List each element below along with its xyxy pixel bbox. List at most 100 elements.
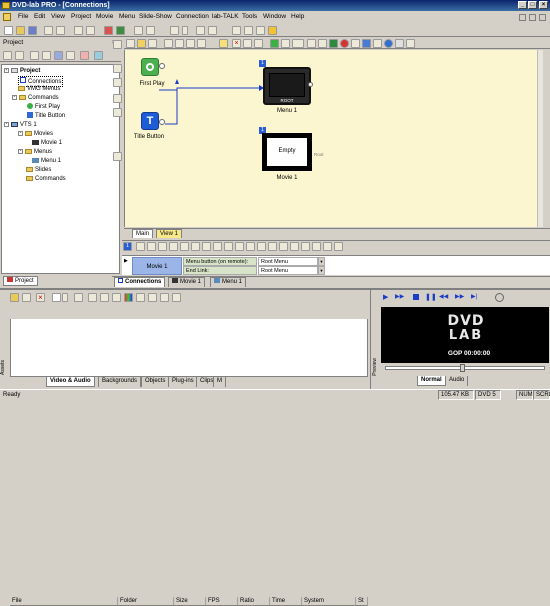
row-value[interactable]: Root Menu: [258, 266, 318, 275]
color-strip-icon[interactable]: [124, 293, 133, 302]
add-vmg-menu-icon[interactable]: [3, 51, 12, 60]
prop-13-icon[interactable]: [268, 242, 277, 251]
column-header-ratio[interactable]: Ratio: [238, 597, 270, 606]
minimize-button[interactable]: _: [518, 1, 527, 9]
canvas-scrollbar[interactable]: [537, 50, 543, 227]
tree-item-menus[interactable]: - Menus: [18, 148, 52, 156]
tree-item-movies[interactable]: - Movies: [18, 130, 53, 138]
tab-backgrounds[interactable]: Backgrounds: [98, 377, 142, 387]
menu-project[interactable]: Project: [71, 13, 91, 20]
compile-icon[interactable]: [104, 26, 113, 35]
prop-9-icon[interactable]: [224, 242, 233, 251]
filter-icon[interactable]: [281, 39, 290, 48]
menu-lab-talk[interactable]: lab-TALK: [212, 13, 239, 20]
table-icon[interactable]: [254, 39, 263, 48]
layout-1-icon[interactable]: [126, 39, 135, 48]
add-slides-icon[interactable]: [54, 51, 63, 60]
open-project-icon[interactable]: [16, 26, 25, 35]
prop-18-icon[interactable]: [323, 242, 332, 251]
tree-item-vts[interactable]: - VTS 1: [4, 121, 37, 129]
tab-main[interactable]: Main: [132, 229, 154, 238]
menu-view[interactable]: View: [51, 13, 65, 20]
mdi-close-button[interactable]: [539, 14, 546, 21]
skip-end-icon[interactable]: ▶|: [471, 293, 477, 300]
prop-4-icon[interactable]: [169, 242, 178, 251]
column-header-file[interactable]: File: [10, 597, 118, 606]
status-disc[interactable]: DVD 5: [475, 390, 501, 400]
menu-1-node[interactable]: ROOT: [263, 67, 311, 105]
align-right-icon[interactable]: [175, 39, 184, 48]
tree-item-project[interactable]: - Project: [4, 67, 40, 75]
layout-3-icon[interactable]: [148, 39, 157, 48]
dropdown-arrow-icon[interactable]: ▼: [318, 257, 325, 266]
wave-icon[interactable]: [318, 39, 327, 48]
tools-icon[interactable]: [406, 39, 415, 48]
tab-plug-ins[interactable]: Plug-ins: [168, 377, 198, 387]
hand-icon[interactable]: [113, 152, 122, 161]
prop-7-icon[interactable]: [202, 242, 211, 251]
add-movie-icon[interactable]: [30, 51, 39, 60]
tree-item-commands[interactable]: - Commands: [12, 94, 59, 102]
add-vts-icon[interactable]: [15, 51, 24, 60]
new-project-icon[interactable]: [4, 26, 13, 35]
psc-icon[interactable]: [292, 39, 304, 48]
refresh-icon[interactable]: [160, 293, 169, 302]
grid-icon[interactable]: [256, 26, 265, 35]
rewind-icon[interactable]: ◀◀: [439, 293, 448, 300]
menu-connection[interactable]: Connection: [176, 13, 209, 20]
undo-icon[interactable]: [74, 26, 83, 35]
connections-canvas[interactable]: First Play T Title Button 1 ROOT Menu 1 …: [124, 50, 543, 227]
zoom-in-icon[interactable]: [232, 26, 241, 35]
filter-list-icon[interactable]: [74, 293, 83, 302]
zoom-out-icon[interactable]: [244, 26, 253, 35]
view-mode-icon[interactable]: [52, 293, 61, 302]
prop-10-icon[interactable]: [235, 242, 244, 251]
menu-movie[interactable]: Movie: [96, 13, 113, 20]
link-chain-icon[interactable]: [113, 94, 122, 103]
pointer-tool-icon[interactable]: [170, 26, 179, 35]
rectangle-tool-icon[interactable]: [196, 26, 205, 35]
delete-red-icon[interactable]: ×: [36, 293, 45, 302]
row-value[interactable]: Root Menu: [258, 257, 318, 266]
tree-item-menu-1[interactable]: Menu 1: [32, 157, 61, 165]
menu-file[interactable]: File: [18, 13, 28, 20]
sort-icon[interactable]: [148, 293, 157, 302]
prop-15-icon[interactable]: [290, 242, 299, 251]
prop-2-icon[interactable]: [147, 242, 156, 251]
snapshot-icon[interactable]: [495, 293, 504, 302]
tab-video-audio[interactable]: Video & Audio: [46, 377, 95, 387]
redo-icon[interactable]: [86, 26, 95, 35]
column-header-folder[interactable]: Folder: [118, 597, 174, 606]
align-bottom-icon[interactable]: [197, 39, 206, 48]
tab-audio[interactable]: Audio: [445, 376, 469, 386]
prop-8-icon[interactable]: [213, 242, 222, 251]
cut-icon[interactable]: [44, 26, 53, 35]
table-expand-icon[interactable]: ▶: [124, 258, 128, 264]
bar-chart-icon[interactable]: [351, 39, 360, 48]
movie-1-node[interactable]: Empty: [262, 133, 312, 171]
red-circle-icon[interactable]: [340, 39, 349, 48]
chevron-down-icon[interactable]: [62, 293, 68, 302]
video-icon[interactable]: [100, 293, 109, 302]
arrow-tool-icon[interactable]: [113, 40, 122, 49]
audio-icon[interactable]: [88, 293, 97, 302]
export-icon[interactable]: [373, 39, 382, 48]
move-tool-icon[interactable]: [113, 64, 122, 73]
select-tool-icon[interactable]: [134, 26, 143, 35]
menu-tools[interactable]: Tools: [242, 13, 257, 20]
mdi-minimize-button[interactable]: [519, 14, 526, 21]
prop-6-icon[interactable]: [191, 242, 200, 251]
align-left-icon[interactable]: [164, 39, 173, 48]
x-icon[interactable]: ×: [232, 39, 241, 48]
align-top-icon[interactable]: [186, 39, 195, 48]
delete-icon[interactable]: [80, 51, 89, 60]
prop-1-icon[interactable]: [136, 242, 145, 251]
tree-item-first-play[interactable]: First Play: [27, 103, 60, 111]
column-header-time[interactable]: Time: [270, 597, 302, 606]
menu-1-port[interactable]: [308, 82, 313, 87]
step-forward-icon[interactable]: ▶▶: [395, 293, 404, 300]
first-play-node[interactable]: [141, 58, 159, 76]
tab-more[interactable]: M: [213, 377, 226, 387]
forward-icon[interactable]: ▶▶: [455, 293, 464, 300]
menu-edit[interactable]: Edit: [34, 13, 45, 20]
